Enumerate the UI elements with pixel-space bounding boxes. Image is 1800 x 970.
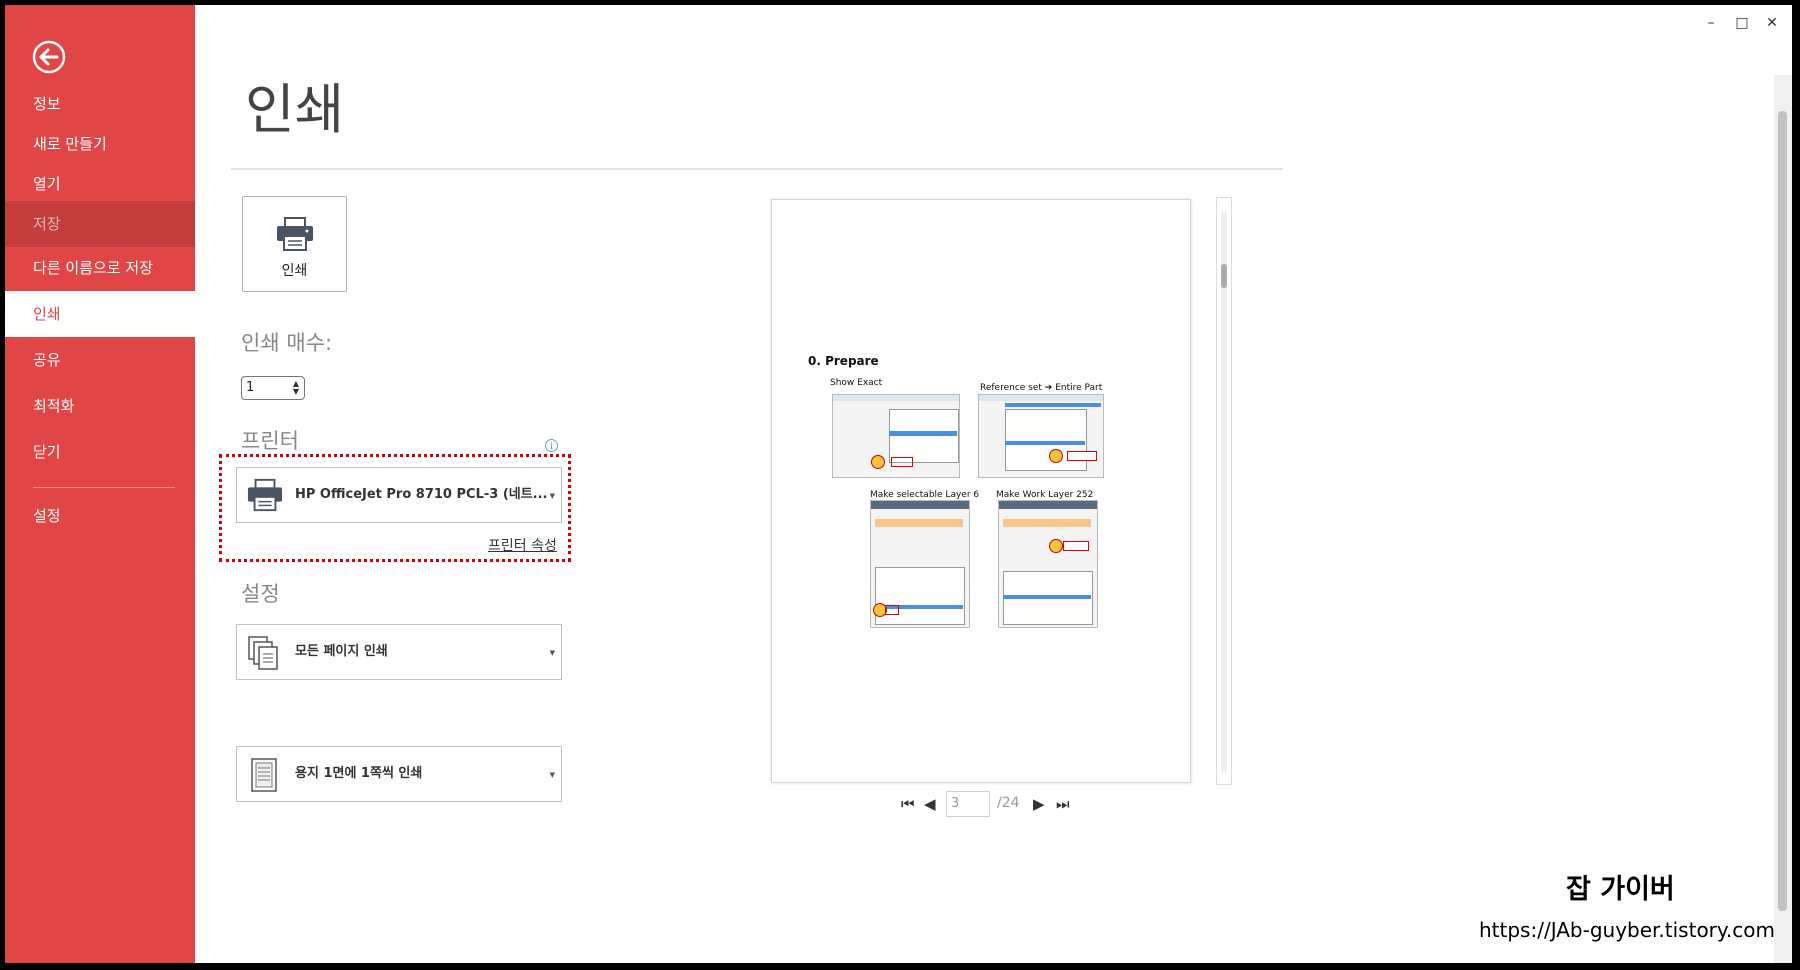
spinner-arrows-icon[interactable]: ▲ ▼ (293, 380, 299, 396)
pages-icon (248, 636, 278, 670)
preview-screenshot (832, 394, 960, 478)
single-page-icon (251, 758, 277, 792)
preview-screenshot (870, 500, 970, 628)
close-button[interactable]: ✕ (1762, 13, 1782, 33)
maximize-button[interactable]: □ (1732, 13, 1752, 33)
settings-label: 설정 (241, 582, 280, 606)
watermark-url: https://JAb-guyber.tistory.com (1479, 918, 1775, 942)
preview-screenshot (998, 500, 1098, 628)
pages-per-sheet-value: 용지 1면에 1쪽씩 인쇄 (295, 766, 423, 781)
scrollbar-thumb[interactable] (1221, 264, 1227, 288)
preview-caption: Make selectable Layer 6 (870, 490, 980, 500)
pages-per-sheet-dropdown[interactable]: 용지 1면에 1쪽씩 인쇄 ▼ (236, 746, 562, 802)
chevron-down-icon: ▼ (549, 492, 555, 500)
preview-scrollbar[interactable] (1216, 197, 1232, 785)
page-total: /24 (997, 795, 1020, 811)
preview-heading: 0. Prepare (808, 354, 879, 368)
printer-properties-link[interactable]: 프린터 속성 (488, 535, 557, 555)
app-window: 정보 새로 만들기 열기 저장 다른 이름으로 저장 인쇄 공유 최적화 닫기 … (5, 5, 1792, 963)
print-preview-page: 0. Prepare Show Exact Reference set ➔ En… (771, 199, 1191, 783)
print-range-dropdown[interactable]: 모든 페이지 인쇄 ▼ (236, 624, 562, 680)
previous-page-icon[interactable]: ◀ (924, 795, 936, 813)
preview-caption: Make Work Layer 252 (996, 490, 1094, 500)
printer-dropdown[interactable]: HP OfficeJet Pro 8710 PCL-3 (네트... ▼ (236, 467, 562, 523)
print-range-value: 모든 페이지 인쇄 (295, 644, 388, 659)
first-page-icon[interactable]: ⏮ (901, 795, 915, 813)
preview-caption: Reference set ➔ Entire Part (980, 383, 1103, 393)
page-number-input[interactable]: 3 (946, 791, 990, 817)
back-arrow-icon[interactable] (31, 39, 67, 75)
printer-name: HP OfficeJet Pro 8710 PCL-3 (네트... (295, 487, 548, 502)
chevron-down-icon: ▼ (549, 771, 555, 779)
preview-caption: Show Exact (830, 378, 883, 388)
sidebar-item-save-as[interactable]: 다른 이름으로 저장 (5, 245, 195, 291)
sidebar-item-optimize[interactable]: 최적화 (5, 383, 195, 429)
sidebar-item-close[interactable]: 닫기 (5, 429, 195, 475)
watermark-brand: 잡 가이버 (1566, 874, 1675, 905)
copies-label: 인쇄 매수: (241, 331, 333, 355)
info-icon[interactable]: i (545, 439, 558, 452)
scrollbar-track (1221, 212, 1227, 772)
preview-screenshot (978, 394, 1104, 478)
copies-stepper[interactable]: 1 ▲ ▼ (241, 376, 305, 400)
sidebar-item-save[interactable]: 저장 (5, 201, 195, 247)
page-title: 인쇄 (245, 78, 345, 141)
sidebar-divider (33, 487, 175, 488)
sidebar-item-print[interactable]: 인쇄 (5, 291, 195, 337)
copies-value: 1 (246, 380, 255, 395)
sidebar-item-share[interactable]: 공유 (5, 337, 195, 383)
backstage-sidebar: 정보 새로 만들기 열기 저장 다른 이름으로 저장 인쇄 공유 최적화 닫기 … (5, 5, 195, 963)
chevron-down-icon: ▼ (549, 649, 555, 657)
window-scrollbar[interactable] (1774, 75, 1792, 963)
printer-icon (277, 217, 313, 251)
scrollbar-thumb[interactable] (1778, 111, 1787, 911)
sidebar-item-settings[interactable]: 설정 (5, 493, 195, 539)
next-page-icon[interactable]: ▶ (1033, 795, 1045, 813)
print-button-label: 인쇄 (281, 263, 308, 279)
printer-label: 프린터 (241, 429, 299, 453)
printer-icon (247, 478, 283, 512)
title-divider (231, 168, 1283, 170)
last-page-icon[interactable]: ⏭ (1056, 795, 1070, 813)
minimize-button[interactable]: – (1701, 13, 1721, 33)
print-button[interactable]: 인쇄 (242, 196, 347, 292)
